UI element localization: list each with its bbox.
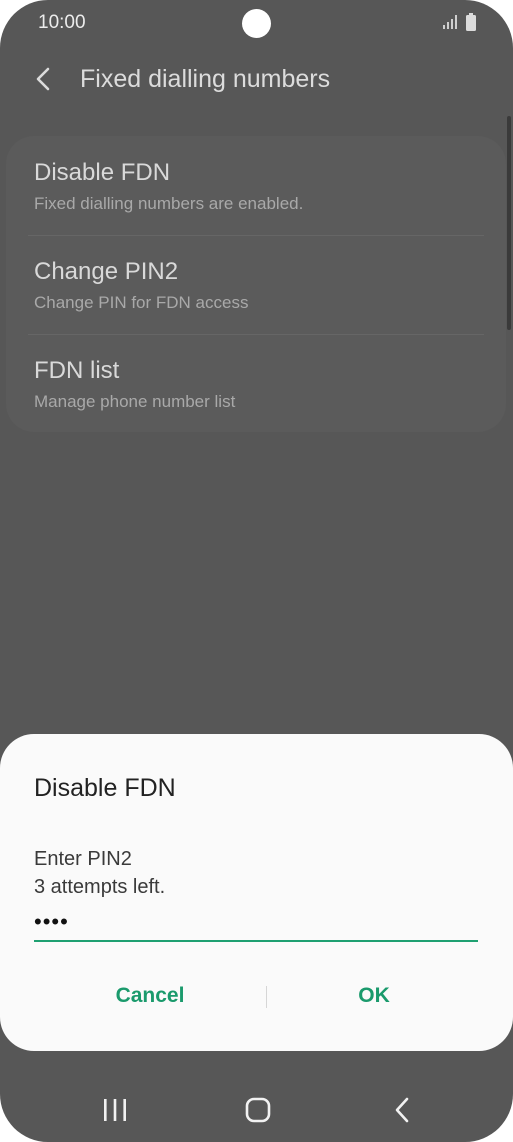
phone-screen: 10:00 Fixed dialling numbers Disable FDN…: [0, 0, 513, 1142]
front-camera: [242, 9, 271, 38]
back-arrow-icon[interactable]: [34, 66, 54, 92]
dialog-message: Enter PIN2 3 attempts left.: [34, 848, 166, 898]
status-time: 10:00: [38, 12, 86, 33]
pin2-input[interactable]: [34, 904, 478, 942]
list-item-subtitle: Manage phone number list: [34, 392, 236, 411]
list-item-title: FDN list: [34, 357, 120, 384]
list-item-title: Disable FDN: [34, 159, 171, 186]
disable-fdn-dialog: Disable FDN Enter PIN2 3 attempts left. …: [0, 734, 513, 1051]
fdn-settings-list: Disable FDN Fixed dialling numbers are e…: [6, 136, 506, 432]
nav-back-icon[interactable]: [393, 1097, 411, 1123]
scrollbar[interactable]: [507, 116, 511, 330]
recents-icon[interactable]: [103, 1099, 127, 1121]
list-item-subtitle: Change PIN for FDN access: [34, 293, 249, 312]
list-item-change-pin2[interactable]: Change PIN2 Change PIN for FDN access: [6, 236, 506, 335]
dialog-title: Disable FDN: [34, 774, 176, 802]
list-item-disable-fdn[interactable]: Disable FDN Fixed dialling numbers are e…: [6, 136, 506, 235]
battery-icon: [466, 13, 476, 31]
home-icon[interactable]: [245, 1097, 271, 1123]
list-item-title: Change PIN2: [34, 258, 179, 285]
navigation-bar: [0, 1072, 513, 1142]
signal-icon: [443, 15, 457, 29]
status-bar: 10:00: [0, 0, 513, 46]
cancel-button[interactable]: Cancel: [34, 976, 266, 1016]
ok-button[interactable]: OK: [268, 976, 480, 1016]
list-item-subtitle: Fixed dialling numbers are enabled.: [34, 194, 304, 213]
app-header: Fixed dialling numbers: [0, 50, 513, 110]
page-title: Fixed dialling numbers: [80, 65, 331, 93]
list-item-fdn-list[interactable]: FDN list Manage phone number list: [6, 335, 506, 434]
button-divider: [266, 986, 267, 1008]
